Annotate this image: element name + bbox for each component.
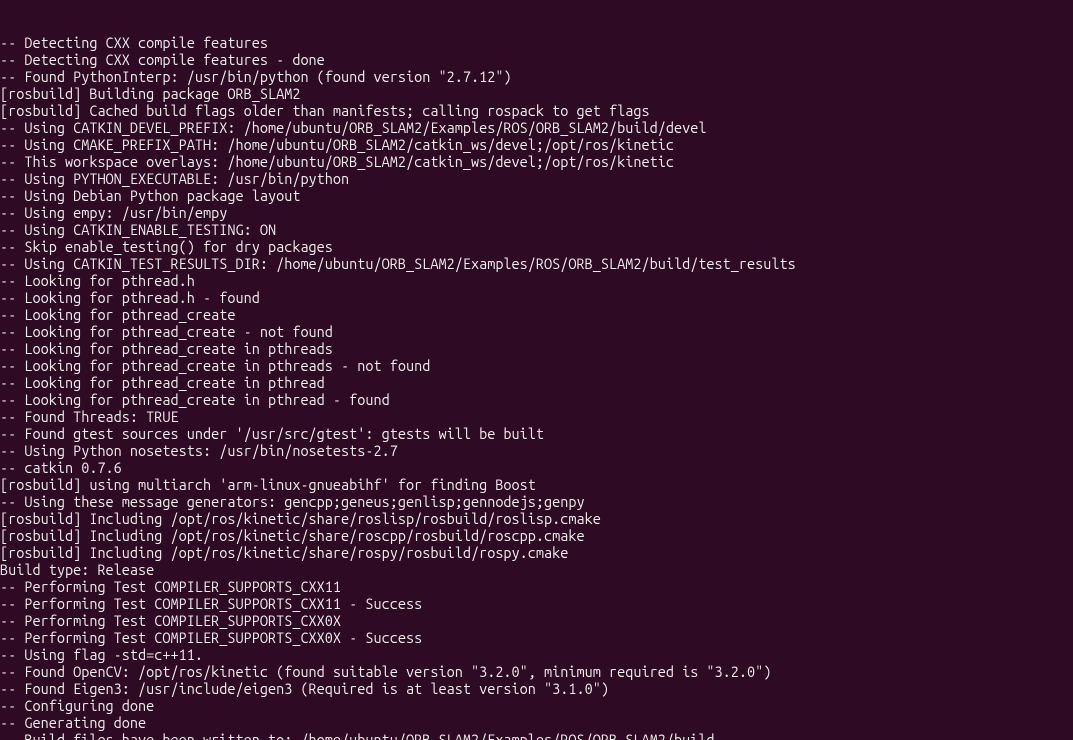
terminal-line: -- Using CATKIN_TEST_RESULTS_DIR: /home/… — [0, 255, 1073, 272]
terminal-line: -- Using empy: /usr/bin/empy — [0, 204, 1073, 221]
terminal-line: -- Performing Test COMPILER_SUPPORTS_CXX… — [0, 578, 1073, 595]
terminal-line: -- Detecting CXX compile features — [0, 34, 1073, 51]
terminal-line: -- catkin 0.7.6 — [0, 459, 1073, 476]
terminal-line: [rosbuild] using multiarch 'arm-linux-gn… — [0, 476, 1073, 493]
terminal-line: [rosbuild] Cached build flags older than… — [0, 102, 1073, 119]
terminal-line: -- Using CMAKE_PREFIX_PATH: /home/ubuntu… — [0, 136, 1073, 153]
terminal-line: -- Looking for pthread_create in pthread… — [0, 357, 1073, 374]
terminal-line: [rosbuild] Including /opt/ros/kinetic/sh… — [0, 527, 1073, 544]
terminal-line: -- Performing Test COMPILER_SUPPORTS_CXX… — [0, 629, 1073, 646]
terminal-line: [rosbuild] Including /opt/ros/kinetic/sh… — [0, 510, 1073, 527]
terminal-line: -- Skip enable_testing() for dry package… — [0, 238, 1073, 255]
terminal-line: -- Using Debian Python package layout — [0, 187, 1073, 204]
terminal-line: -- Looking for pthread_create in pthread… — [0, 391, 1073, 408]
terminal-line: [rosbuild] Building package ORB_SLAM2 — [0, 85, 1073, 102]
terminal-line: -- Looking for pthread_create in pthread… — [0, 340, 1073, 357]
terminal-line: Build type: Release — [0, 561, 1073, 578]
terminal-line: -- Configuring done — [0, 697, 1073, 714]
terminal-line: -- Looking for pthread_create in pthread — [0, 374, 1073, 391]
terminal-line: [rosbuild] Including /opt/ros/kinetic/sh… — [0, 544, 1073, 561]
terminal-line: -- Using PYTHON_EXECUTABLE: /usr/bin/pyt… — [0, 170, 1073, 187]
terminal-line: -- Looking for pthread_create - not foun… — [0, 323, 1073, 340]
terminal-window[interactable]: -- Detecting CXX compile features-- Dete… — [0, 0, 1073, 740]
terminal-line: -- Performing Test COMPILER_SUPPORTS_CXX… — [0, 612, 1073, 629]
terminal-line: -- Found Eigen3: /usr/include/eigen3 (Re… — [0, 680, 1073, 697]
terminal-line: -- Using Python nosetests: /usr/bin/nose… — [0, 442, 1073, 459]
terminal-line: -- Found OpenCV: /opt/ros/kinetic (found… — [0, 663, 1073, 680]
terminal-line: -- Using CATKIN_DEVEL_PREFIX: /home/ubun… — [0, 119, 1073, 136]
terminal-line: -- Detecting CXX compile features - done — [0, 51, 1073, 68]
terminal-line: -- Performing Test COMPILER_SUPPORTS_CXX… — [0, 595, 1073, 612]
terminal-line: -- Found gtest sources under '/usr/src/g… — [0, 425, 1073, 442]
terminal-line: -- Using these message generators: gencp… — [0, 493, 1073, 510]
terminal-line: -- Looking for pthread.h — [0, 272, 1073, 289]
terminal-line: -- Looking for pthread.h - found — [0, 289, 1073, 306]
terminal-line: -- Found PythonInterp: /usr/bin/python (… — [0, 68, 1073, 85]
terminal-line: -- Generating done — [0, 714, 1073, 731]
terminal-line: -- Using CATKIN_ENABLE_TESTING: ON — [0, 221, 1073, 238]
terminal-line: -- Looking for pthread_create — [0, 306, 1073, 323]
terminal-line: -- This workspace overlays: /home/ubuntu… — [0, 153, 1073, 170]
terminal-output: -- Detecting CXX compile features-- Dete… — [0, 34, 1073, 740]
terminal-line: -- Using flag -std=c++11. — [0, 646, 1073, 663]
terminal-line: -- Found Threads: TRUE — [0, 408, 1073, 425]
terminal-line: -- Build files have been written to: /ho… — [0, 731, 1073, 740]
